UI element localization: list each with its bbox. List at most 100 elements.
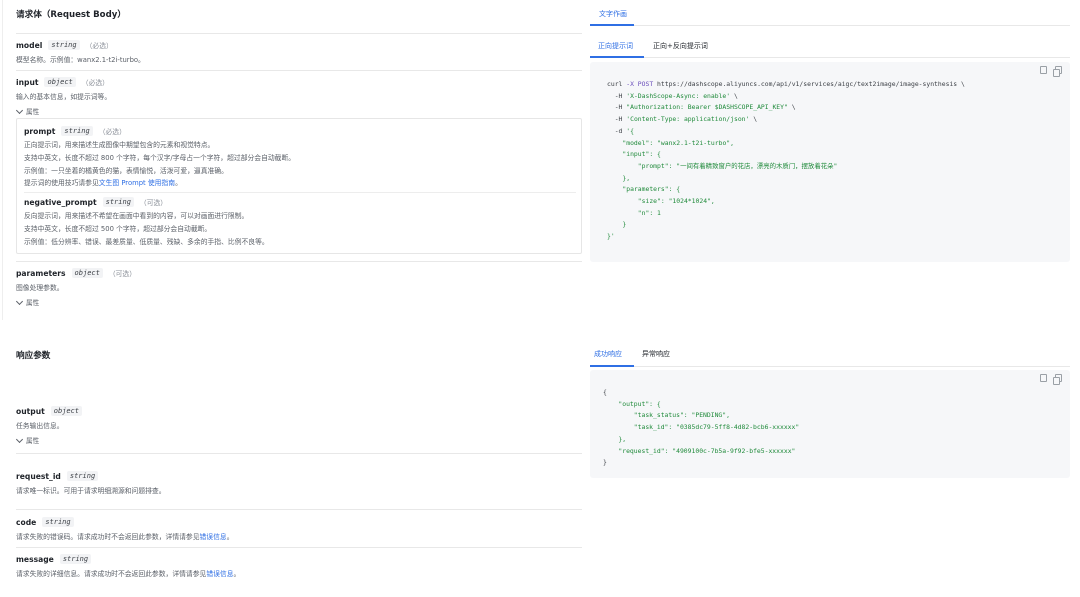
param-negative-prompt: negative_prompt string （可选） 反向提示词，用来描述不希… [24,196,576,248]
chevron-down-icon [15,297,24,305]
param-type: string [42,517,74,527]
param-required: （必选） [85,42,113,50]
tab-error-response[interactable]: 异常响应 [642,349,670,359]
param-name: input [16,77,39,87]
param-desc: 模型名称。示例值：wanx2.1-t2i-turbo。 [16,56,145,64]
error-info-link[interactable]: 错误信息 [200,533,227,541]
file-icon[interactable] [1040,66,1047,74]
desc-suffix: 。 [226,533,234,541]
tab-success-response[interactable]: 成功响应 [594,349,622,359]
desc-line: 提示词的使用技巧请参见文生图 Prompt 使用指南。 [24,177,576,190]
param-desc: 正向提示词，用来描述生成图像中期望包含的元素和视觉特点。 支持中英文，长度不超过… [24,139,576,190]
param-desc: 任务输出信息。 [16,422,64,430]
param-required: （必选） [98,128,126,136]
param-type: string [61,126,93,136]
param-name: negative_prompt [24,197,97,207]
sub-tab-bar: 正向提示词 正向+反向提示词 [590,30,1070,58]
param-name: prompt [24,126,56,136]
divider [16,261,582,262]
tab-positive-negative-prompt[interactable]: 正向+反向提示词 [653,41,708,51]
desc-suffix: 。 [233,570,241,578]
request-body-title: 请求体（Request Body） [16,10,126,20]
code-actions [1040,374,1062,385]
param-desc: 请求失败的错误码。请求成功时不会返回此参数，详情请参见错误信息。 [16,531,582,544]
divider [16,509,582,510]
response-json: { "output": { "task_status": "PENDING", … [603,388,800,467]
param-desc: 反向提示词，用来描述不希望在画面中看到的内容，可以对画面进行限制。 支持中英文，… [24,210,576,248]
param-type: string [59,554,92,564]
param-request-id: request_id string 请求唯一标识。可用于请求明细溯源和问题排查。 [16,470,582,498]
code-examples-panel: 文字作画 正向提示词 正向+反向提示词 curl -X POST https:/… [590,0,1080,597]
active-tab-indicator [590,24,634,26]
prompt-guide-link[interactable]: 文生图 Prompt 使用指南 [99,179,175,187]
attributes-toggle[interactable]: 属性 [15,435,582,445]
param-type: string [102,197,134,207]
copy-icon[interactable] [1053,374,1062,385]
tip-text: 提示词的使用技巧请参见 [24,179,99,188]
divider [16,33,582,34]
response-params-title: 响应参数 [16,351,51,361]
error-info-link[interactable]: 错误信息 [206,570,233,578]
chevron-down-icon [15,435,24,443]
curl-code: curl -X POST https://dashscope.aliyuncs.… [607,80,965,241]
desc-line: 支持中英文，长度不超过 800 个字符，每个汉字/字母占一个字符，超过部分会自动… [24,153,296,162]
param-name: output [16,406,45,416]
param-type: string [66,471,99,481]
divider [16,547,582,548]
code-actions [1040,66,1062,77]
param-name: message [16,554,54,564]
desc-text: 请求失败的详细信息。请求成功时不会返回此参数，详情请参见 [16,570,207,578]
desc-line: 示例值：一只坐着的橘黄色的猫，表情愉悦，活泼可爱，逼真准确。 [24,166,228,175]
active-tab-indicator [590,56,644,58]
tip-suffix: 。 [175,179,182,188]
divider [24,192,576,193]
active-tab-indicator [590,365,634,367]
param-type: object [50,406,83,416]
api-doc-left: 请求体（Request Body） model string （必选） 模型名称… [0,0,590,597]
param-code: code string 请求失败的错误码。请求成功时不会返回此参数，详情请参见错… [16,516,582,544]
response-tab-bar: 成功响应 异常响应 [590,340,1070,367]
param-name: parameters [16,268,66,278]
desc-line: 示例值：低分辨率、错误、最差质量、低质量、残缺、多余的手指、比例不良等。 [24,237,269,246]
param-required: （必选） [81,79,109,87]
param-desc: 请求失败的详细信息。请求成功时不会返回此参数，详情请参见错误信息。 [16,568,582,581]
param-output: output object 任务输出信息。 属性 [15,405,582,445]
file-icon[interactable] [1040,374,1047,382]
tab-text-to-image[interactable]: 文字作画 [599,9,627,19]
copy-icon[interactable] [1053,66,1062,77]
attributes-label: 属性 [26,299,40,307]
param-desc: 图像处理参数。 [16,284,64,292]
param-model: model string （必选） 模型名称。示例值：wanx2.1-t2i-t… [16,39,582,67]
param-message: message string 请求失败的详细信息。请求成功时不会返回此参数，详情… [16,553,582,581]
param-name: code [16,517,37,527]
desc-line: 正向提示词，用来描述生成图像中期望包含的元素和视觉特点。 [24,141,215,149]
desc-line: 支持中英文，长度不超过 500 个字符，超过部分会自动截断。 [24,224,212,233]
param-type: string [48,40,80,50]
chevron-down-icon [15,106,24,114]
desc-text: 请求失败的错误码。请求成功时不会返回此参数，详情请参见 [16,533,200,541]
param-desc: 输入的基本信息，如提示词等。 [16,93,112,101]
attributes-label: 属性 [26,108,40,116]
param-input: input object （必选） 输入的基本信息，如提示词等。 属性 [15,76,582,116]
attributes-toggle[interactable]: 属性 [15,106,582,116]
param-type: object [71,268,103,278]
attributes-label: 属性 [26,437,40,445]
main-tab-bar: 文字作画 [590,0,1070,26]
param-name: model [16,40,43,50]
divider [16,453,582,454]
tab-positive-prompt[interactable]: 正向提示词 [598,41,633,51]
param-desc: 请求唯一标识。可用于请求明细溯源和问题排查。 [16,487,166,495]
param-type: object [44,77,76,87]
param-required: （可选） [108,270,137,278]
input-attributes-box: prompt string （必选） 正向提示词，用来描述生成图像中期望包含的元… [16,118,582,254]
attributes-toggle[interactable]: 属性 [15,297,582,307]
param-required: （可选） [139,199,168,207]
param-parameters: parameters object （可选） 图像处理参数。 属性 [15,267,582,307]
response-code-block: { "output": { "task_status": "PENDING", … [590,370,1070,478]
desc-line: 反向提示词，用来描述不希望在画面中看到的内容，可以对画面进行限制。 [24,212,249,220]
param-name: request_id [16,471,61,481]
divider [16,70,582,71]
param-prompt: prompt string （必选） 正向提示词，用来描述生成图像中期望包含的元… [24,125,576,190]
request-code-block: curl -X POST https://dashscope.aliyuncs.… [590,62,1070,262]
left-border [2,0,3,320]
